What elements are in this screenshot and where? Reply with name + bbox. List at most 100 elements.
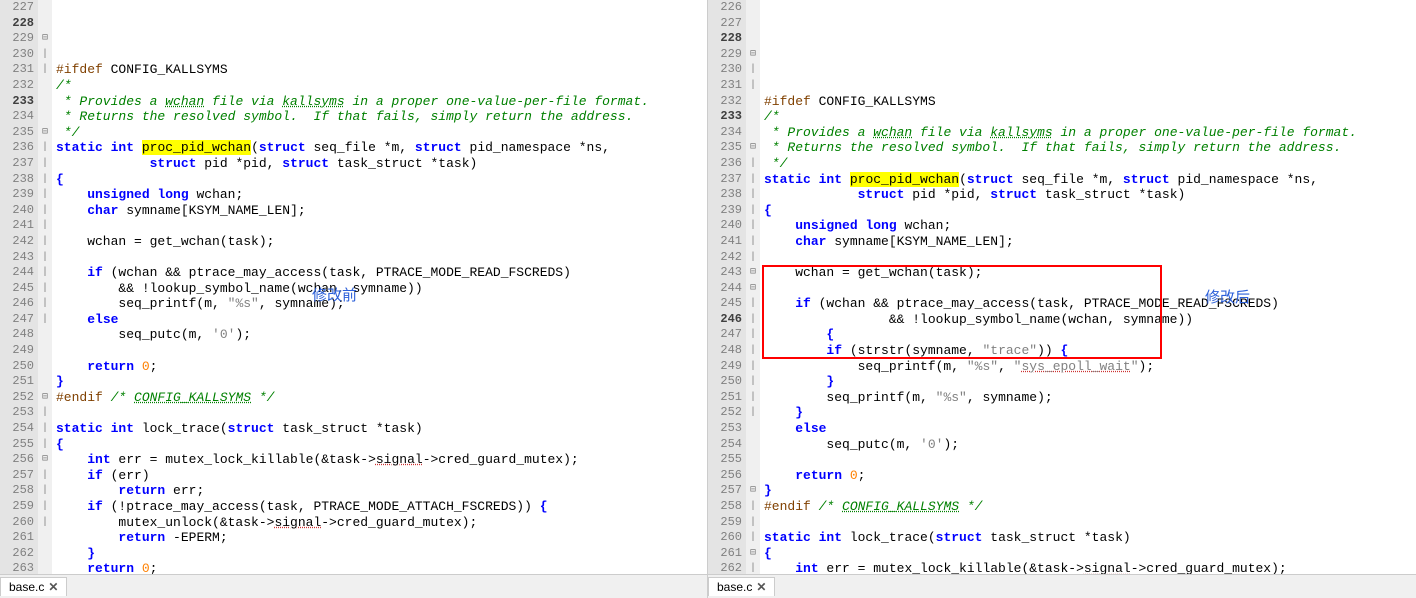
code-line[interactable]: int err = mutex_lock_killable(&task->sig… bbox=[764, 561, 1416, 574]
line-number[interactable]: 251 bbox=[2, 374, 34, 390]
fold-toggle-icon[interactable]: ⊟ bbox=[746, 140, 760, 156]
code-line[interactable]: #endif /* CONFIG_KALLSYMS */ bbox=[764, 499, 1416, 515]
code-line[interactable]: seq_printf(m, "%s", symname); bbox=[56, 296, 707, 312]
line-number[interactable]: 229 bbox=[2, 31, 34, 47]
line-number[interactable]: 231 bbox=[710, 78, 742, 94]
line-number[interactable]: 249 bbox=[710, 359, 742, 375]
code-line[interactable]: } bbox=[764, 483, 1416, 499]
line-number[interactable]: 236 bbox=[2, 140, 34, 156]
code-line[interactable] bbox=[764, 452, 1416, 468]
code-line[interactable]: } bbox=[764, 374, 1416, 390]
code-line[interactable]: */ bbox=[56, 125, 707, 141]
code-line[interactable]: wchan = get_wchan(task); bbox=[764, 265, 1416, 281]
line-number[interactable]: 247 bbox=[2, 312, 34, 328]
line-number[interactable]: 239 bbox=[710, 203, 742, 219]
code-line[interactable]: static int proc_pid_wchan(struct seq_fil… bbox=[764, 172, 1416, 188]
line-number[interactable]: 248 bbox=[2, 327, 34, 343]
code-line[interactable] bbox=[764, 515, 1416, 531]
code-line[interactable] bbox=[56, 218, 707, 234]
code-line[interactable]: struct pid *pid, struct task_struct *tas… bbox=[56, 156, 707, 172]
code-line[interactable]: } bbox=[56, 374, 707, 390]
code-line[interactable]: * Returns the resolved symbol. If that f… bbox=[56, 109, 707, 125]
line-number[interactable]: 258 bbox=[710, 499, 742, 515]
line-number[interactable]: 253 bbox=[2, 405, 34, 421]
line-number[interactable]: 228 bbox=[710, 31, 742, 47]
code-line[interactable]: #endif /* CONFIG_KALLSYMS */ bbox=[56, 390, 707, 406]
line-number[interactable]: 242 bbox=[710, 250, 742, 266]
line-number[interactable]: 230 bbox=[710, 62, 742, 78]
code-line[interactable]: { bbox=[764, 327, 1416, 343]
code-line[interactable]: if (wchan && ptrace_may_access(task, PTR… bbox=[764, 296, 1416, 312]
code-line[interactable]: } bbox=[764, 405, 1416, 421]
line-number[interactable]: 233 bbox=[710, 109, 742, 125]
line-number[interactable]: 236 bbox=[710, 156, 742, 172]
code-line[interactable]: else bbox=[764, 421, 1416, 437]
line-number[interactable]: 250 bbox=[710, 374, 742, 390]
code-line[interactable]: */ bbox=[764, 156, 1416, 172]
close-icon[interactable]: ✕ bbox=[48, 580, 58, 594]
fold-toggle-icon[interactable]: ⊟ bbox=[746, 483, 760, 499]
code-line[interactable]: static int lock_trace(struct task_struct… bbox=[764, 530, 1416, 546]
code-line[interactable] bbox=[764, 281, 1416, 297]
code-line[interactable]: /* bbox=[56, 78, 707, 94]
code-area[interactable]: 修改前 #ifdef CONFIG_KALLSYMS/* * Provides … bbox=[52, 0, 707, 574]
code-line[interactable]: return -EPERM; bbox=[56, 530, 707, 546]
close-icon[interactable]: ✕ bbox=[756, 580, 766, 594]
code-line[interactable]: return 0; bbox=[56, 359, 707, 375]
line-number[interactable]: 246 bbox=[2, 296, 34, 312]
line-number[interactable]: 261 bbox=[710, 546, 742, 562]
line-number[interactable]: 252 bbox=[710, 405, 742, 421]
line-number[interactable]: 243 bbox=[710, 265, 742, 281]
code-editor-right[interactable]: 2262272282292302312322332342352362372382… bbox=[708, 0, 1416, 574]
fold-toggle-icon[interactable]: ⊟ bbox=[746, 47, 760, 63]
code-line[interactable] bbox=[56, 405, 707, 421]
line-number[interactable]: 243 bbox=[2, 250, 34, 266]
code-line[interactable] bbox=[764, 62, 1416, 78]
line-number[interactable]: 239 bbox=[2, 187, 34, 203]
code-line[interactable]: char symname[KSYM_NAME_LEN]; bbox=[764, 234, 1416, 250]
code-line[interactable]: struct pid *pid, struct task_struct *tas… bbox=[764, 187, 1416, 203]
code-line[interactable]: static int lock_trace(struct task_struct… bbox=[56, 421, 707, 437]
line-number[interactable]: 260 bbox=[710, 530, 742, 546]
line-number[interactable]: 232 bbox=[2, 78, 34, 94]
code-line[interactable]: return 0; bbox=[764, 468, 1416, 484]
fold-toggle-icon[interactable]: ⊟ bbox=[746, 281, 760, 297]
fold-column[interactable]: ⊟||⊟||||||||||||⊟|||⊟||||⊟ bbox=[38, 0, 52, 574]
code-line[interactable]: unsigned long wchan; bbox=[764, 218, 1416, 234]
code-line[interactable]: && !lookup_symbol_name(wchan, symname)) bbox=[56, 281, 707, 297]
line-number[interactable]: 257 bbox=[710, 483, 742, 499]
line-number[interactable]: 232 bbox=[710, 94, 742, 110]
code-line[interactable] bbox=[764, 78, 1416, 94]
line-number[interactable]: 230 bbox=[2, 47, 34, 63]
fold-column[interactable]: ⊟||⊟|||||||⊟⊟||||||||⊟|||⊟|| bbox=[746, 0, 760, 574]
code-line[interactable] bbox=[56, 47, 707, 63]
line-number[interactable]: 227 bbox=[2, 0, 34, 16]
code-line[interactable]: if (strstr(symname, "trace")) { bbox=[764, 343, 1416, 359]
code-line[interactable]: { bbox=[764, 203, 1416, 219]
code-line[interactable]: { bbox=[764, 546, 1416, 562]
line-number[interactable]: 254 bbox=[2, 421, 34, 437]
code-line[interactable]: #ifdef CONFIG_KALLSYMS bbox=[56, 62, 707, 78]
line-number[interactable]: 254 bbox=[710, 437, 742, 453]
line-number[interactable]: 255 bbox=[710, 452, 742, 468]
line-number[interactable]: 245 bbox=[710, 296, 742, 312]
line-number[interactable]: 235 bbox=[2, 125, 34, 141]
code-line[interactable]: * Returns the resolved symbol. If that f… bbox=[764, 140, 1416, 156]
line-number[interactable]: 257 bbox=[2, 468, 34, 484]
code-line[interactable]: return 0; bbox=[56, 561, 707, 574]
code-line[interactable]: seq_putc(m, '0'); bbox=[56, 327, 707, 343]
line-number-gutter[interactable]: 2262272282292302312322332342352362372382… bbox=[708, 0, 746, 574]
code-line[interactable]: { bbox=[56, 172, 707, 188]
code-line[interactable]: if (wchan && ptrace_may_access(task, PTR… bbox=[56, 265, 707, 281]
code-line[interactable]: else bbox=[56, 312, 707, 328]
file-tab[interactable]: base.c ✕ bbox=[0, 577, 67, 596]
fold-toggle-icon[interactable]: ⊟ bbox=[38, 31, 52, 47]
fold-toggle-icon[interactable]: ⊟ bbox=[38, 390, 52, 406]
code-line[interactable] bbox=[764, 250, 1416, 266]
line-number[interactable]: 246 bbox=[710, 312, 742, 328]
line-number[interactable]: 238 bbox=[710, 187, 742, 203]
line-number[interactable]: 242 bbox=[2, 234, 34, 250]
code-line[interactable]: { bbox=[56, 437, 707, 453]
line-number[interactable]: 237 bbox=[710, 172, 742, 188]
line-number[interactable]: 231 bbox=[2, 62, 34, 78]
